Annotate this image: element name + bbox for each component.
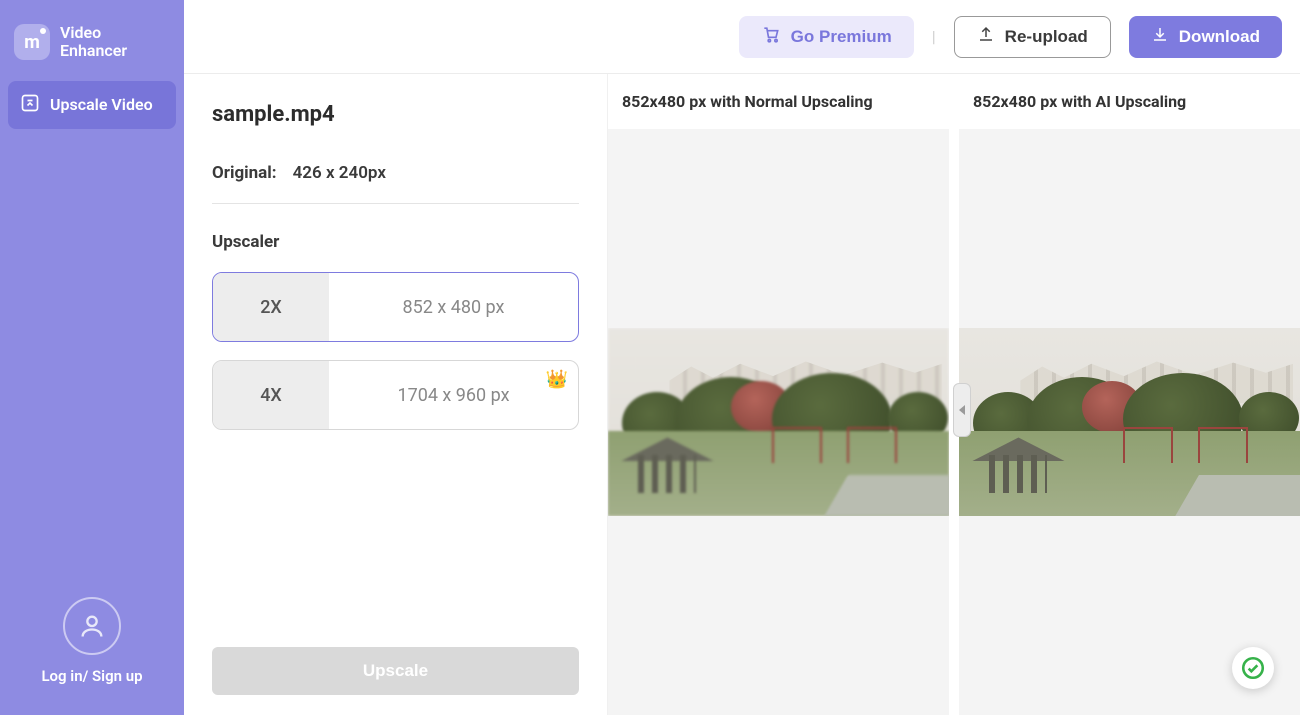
content: sample.mp4 Original: 426 x 240px Upscale… bbox=[184, 74, 1300, 715]
download-icon bbox=[1151, 25, 1169, 48]
original-row: Original: 426 x 240px bbox=[212, 163, 579, 183]
app-name-line2: Enhancer bbox=[60, 42, 127, 60]
nav-label: Upscale Video bbox=[50, 95, 153, 114]
preview-ai-body bbox=[959, 129, 1300, 715]
original-value: 426 x 240px bbox=[293, 163, 386, 183]
go-premium-label: Go Premium bbox=[791, 27, 892, 47]
download-label: Download bbox=[1179, 27, 1260, 47]
settings-panel: sample.mp4 Original: 426 x 240px Upscale… bbox=[184, 74, 608, 715]
main: Go Premium | Re-upload Download sample.m… bbox=[184, 0, 1300, 715]
upscaler-title: Upscaler bbox=[212, 232, 579, 252]
logo-icon: m bbox=[14, 24, 50, 60]
upscale-option-2x[interactable]: 2X 852 x 480 px bbox=[212, 272, 579, 342]
nav-upscale-video[interactable]: Upscale Video bbox=[8, 81, 176, 129]
upscale-icon bbox=[20, 93, 40, 117]
preview-normal-image bbox=[608, 328, 949, 516]
login-link[interactable]: Log in/ Sign up bbox=[41, 667, 142, 685]
compare-slider[interactable] bbox=[953, 383, 971, 437]
preview-ai-image bbox=[959, 328, 1300, 516]
app-logo[interactable]: m Video Enhancer bbox=[8, 16, 176, 81]
preview-ai-title: 852x480 px with AI Upscaling bbox=[959, 74, 1300, 129]
original-label: Original: bbox=[212, 163, 277, 183]
crown-icon: 👑 bbox=[546, 369, 568, 390]
reupload-button[interactable]: Re-upload bbox=[954, 16, 1111, 58]
go-premium-button[interactable]: Go Premium bbox=[739, 16, 914, 58]
upload-icon bbox=[977, 25, 995, 48]
option-mult: 4X bbox=[213, 361, 329, 429]
preview-area: 852x480 px with Normal Upscaling 852x480… bbox=[608, 74, 1300, 715]
topbar: Go Premium | Re-upload Download bbox=[184, 0, 1300, 74]
app-name-line1: Video bbox=[60, 24, 127, 42]
cart-icon bbox=[761, 24, 781, 49]
file-name: sample.mp4 bbox=[212, 102, 579, 127]
login-block: Log in/ Sign up bbox=[8, 597, 176, 699]
preview-normal-title: 852x480 px with Normal Upscaling bbox=[608, 74, 949, 129]
preview-normal-body bbox=[608, 129, 949, 715]
option-mult: 2X bbox=[213, 273, 329, 341]
preview-normal: 852x480 px with Normal Upscaling bbox=[608, 74, 949, 715]
download-button[interactable]: Download bbox=[1129, 16, 1282, 58]
avatar-icon[interactable] bbox=[63, 597, 121, 655]
success-badge bbox=[1232, 647, 1274, 689]
reupload-label: Re-upload bbox=[1005, 27, 1088, 47]
upscale-option-4x[interactable]: 4X 1704 x 960 px 👑 bbox=[212, 360, 579, 430]
option-res: 852 x 480 px bbox=[329, 273, 578, 341]
sidebar: m Video Enhancer Upscale Video Log in/ S… bbox=[0, 0, 184, 715]
preview-ai: 852x480 px with AI Upscaling bbox=[959, 74, 1300, 715]
upscale-button[interactable]: Upscale bbox=[212, 647, 579, 695]
app-name: Video Enhancer bbox=[60, 24, 127, 61]
option-res: 1704 x 960 px bbox=[329, 361, 578, 429]
divider bbox=[212, 203, 579, 204]
topbar-divider: | bbox=[932, 27, 936, 46]
